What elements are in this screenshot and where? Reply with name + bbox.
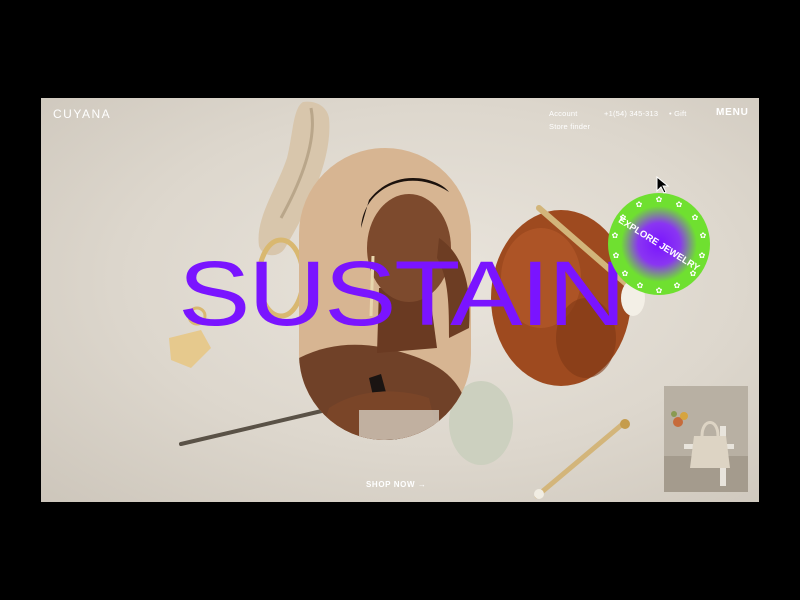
svg-text:✿: ✿ — [613, 251, 620, 260]
nav-phone-link[interactable]: +1(54) 345-313 — [604, 109, 658, 118]
bag-thumbnail[interactable] — [664, 386, 748, 492]
hero-banner: SUSTAIN CUYANA Account Store finder +1(5… — [41, 98, 759, 502]
svg-text:✿: ✿ — [692, 213, 699, 222]
brand-logo[interactable]: CUYANA — [53, 107, 111, 121]
nav-store-finder-link[interactable]: Store finder — [549, 122, 590, 131]
svg-text:✿: ✿ — [700, 231, 707, 240]
svg-text:✿: ✿ — [699, 251, 706, 260]
svg-text:✿: ✿ — [637, 281, 644, 290]
cursor-icon — [656, 176, 670, 194]
menu-button[interactable]: MENU — [716, 107, 749, 118]
nav-gift-link[interactable]: • Gift — [669, 109, 687, 118]
nav-account-link[interactable]: Account — [549, 109, 578, 118]
svg-text:✿: ✿ — [612, 231, 619, 240]
shop-now-link[interactable]: SHOP NOW → — [366, 480, 427, 489]
svg-text:✿: ✿ — [656, 286, 663, 295]
svg-text:✿: ✿ — [676, 200, 683, 209]
svg-text:✿: ✿ — [636, 200, 643, 209]
svg-text:✿: ✿ — [656, 195, 663, 204]
explore-jewelry-badge[interactable]: ✿✿✿ ✿✿✿ ✿✿✿ ✿✿✿ ✿✿ EXPLORE JEWELRY — [607, 192, 711, 296]
svg-text:✿: ✿ — [674, 281, 681, 290]
svg-text:✿: ✿ — [622, 269, 629, 278]
